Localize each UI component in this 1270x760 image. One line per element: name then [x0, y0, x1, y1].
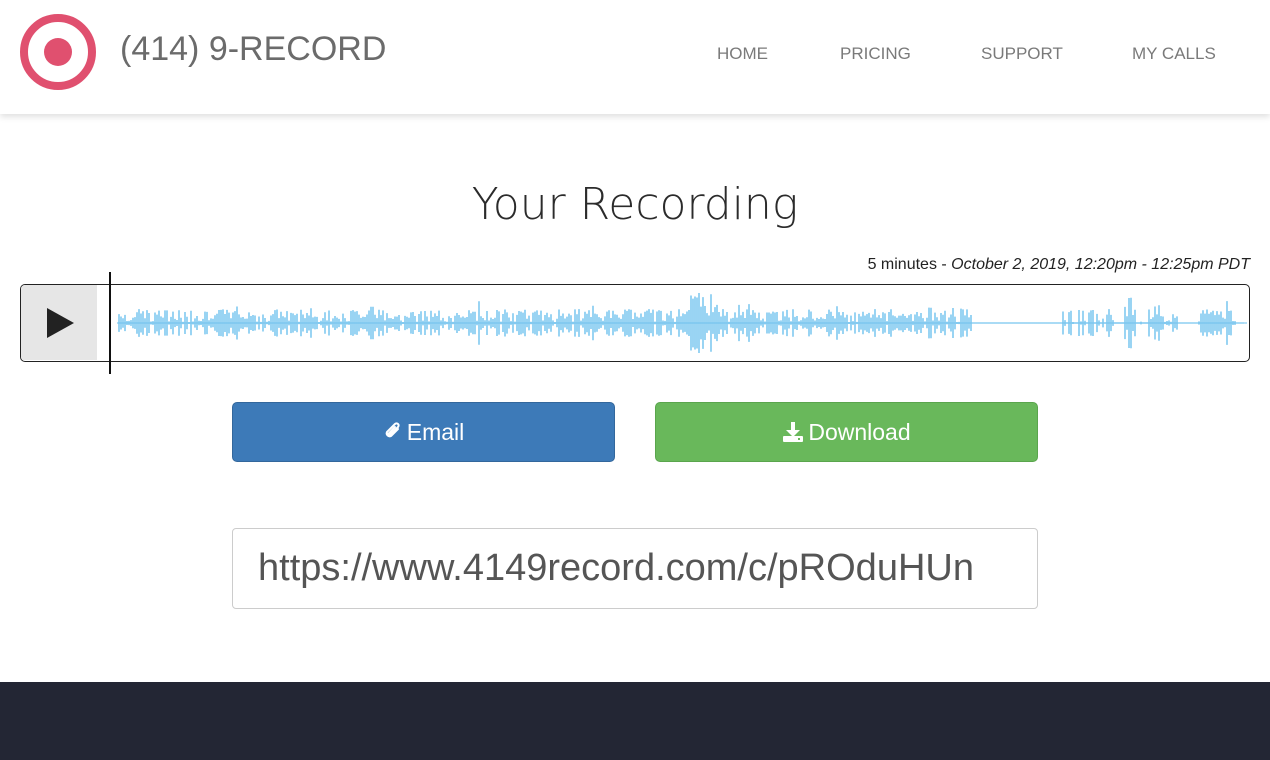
meta-separator: -	[936, 256, 952, 273]
recording-date-range: October 2, 2019, 12:20pm - 12:25pm PDT	[951, 256, 1250, 273]
record-dot	[44, 38, 72, 66]
audio-player	[20, 284, 1250, 362]
brand-name[interactable]: (414) 9-RECORD	[120, 28, 386, 70]
recording-meta: 5 minutes - October 2, 2019, 12:20pm - 1…	[868, 255, 1250, 275]
paperclip-icon	[385, 422, 400, 438]
play-icon	[47, 308, 74, 338]
nav-support[interactable]: SUPPORT	[981, 44, 1063, 64]
nav-home[interactable]: HOME	[717, 44, 768, 64]
nav-pricing[interactable]: PRICING	[840, 44, 911, 64]
play-button[interactable]	[21, 285, 97, 360]
download-label: Download	[808, 419, 911, 445]
share-url-field[interactable]: https://www.4149record.com/c/pROduHUn	[232, 528, 1038, 609]
nav-my-calls[interactable]: MY CALLS	[1132, 44, 1216, 64]
download-icon	[783, 422, 804, 442]
site-header: (414) 9-RECORD HOME PRICING SUPPORT MY C…	[0, 0, 1270, 114]
site-footer	[0, 682, 1270, 760]
waveform[interactable]	[117, 287, 1247, 359]
recording-duration: 5 minutes	[867, 256, 937, 273]
record-icon[interactable]	[20, 14, 96, 90]
email-button[interactable]: Email	[232, 402, 615, 462]
email-label: Email	[406, 419, 465, 445]
playhead[interactable]	[109, 272, 111, 374]
page-title: Your Recording	[471, 179, 799, 230]
download-button[interactable]: Download	[655, 402, 1038, 462]
